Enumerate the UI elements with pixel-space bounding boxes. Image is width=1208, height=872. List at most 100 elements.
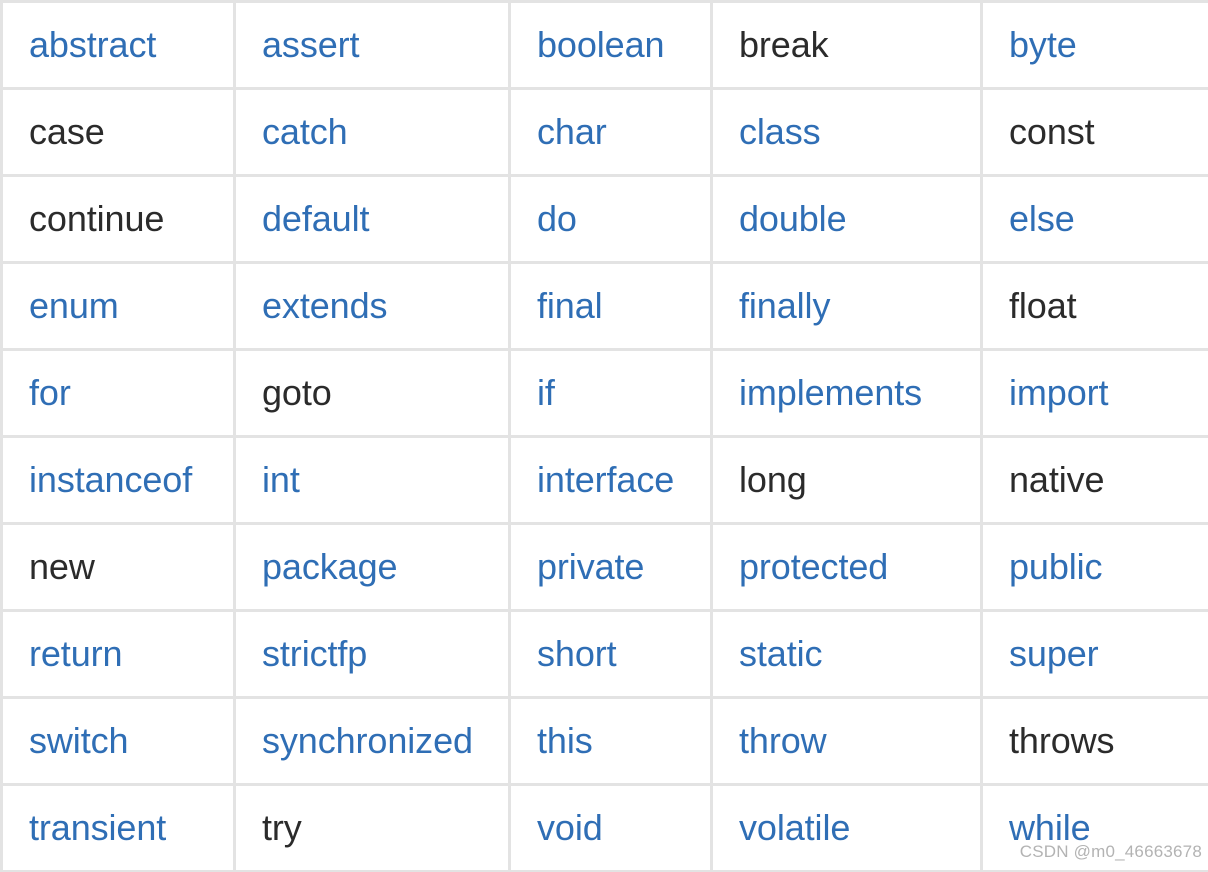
keyword-cell: public <box>981 523 1208 612</box>
keyword-link[interactable]: enum <box>29 285 119 326</box>
keyword-link[interactable]: volatile <box>739 807 850 848</box>
keyword-reference-page: abstract assert boolean break byte case catch c… <box>0 0 1208 872</box>
keyword-link[interactable]: byte <box>1009 24 1077 65</box>
keyword-link[interactable]: super <box>1009 633 1099 674</box>
keyword-link[interactable]: switch <box>29 720 129 761</box>
keyword-link[interactable]: protected <box>739 546 888 587</box>
keyword-cell: static <box>711 610 983 699</box>
keyword-link[interactable]: private <box>537 546 644 587</box>
keyword-cell: catch <box>234 88 511 177</box>
keyword-link[interactable]: while <box>1009 807 1091 848</box>
keyword-cell: for <box>1 349 236 438</box>
table-row: new package private protected public <box>1 523 1208 612</box>
keyword-cell: do <box>509 175 713 264</box>
keyword-text: native <box>1009 459 1105 501</box>
keyword-text: long <box>739 459 807 501</box>
table-row: instanceof int interface long native <box>1 436 1208 525</box>
keyword-cell: const <box>981 88 1208 177</box>
keyword-cell: extends <box>234 262 511 351</box>
keyword-cell: volatile <box>711 784 983 872</box>
keyword-cell: native <box>981 436 1208 525</box>
keyword-cell: this <box>509 697 713 786</box>
keyword-link[interactable]: strictfp <box>262 633 367 674</box>
keyword-link[interactable]: int <box>262 459 300 500</box>
keyword-link[interactable]: char <box>537 111 607 152</box>
keyword-link[interactable]: package <box>262 546 398 587</box>
keyword-text: float <box>1009 285 1077 327</box>
keyword-cell: package <box>234 523 511 612</box>
keyword-text: goto <box>262 372 332 414</box>
keyword-cell: default <box>234 175 511 264</box>
keyword-cell: while <box>981 784 1208 872</box>
keyword-text: break <box>739 24 829 66</box>
keyword-text: new <box>29 546 95 588</box>
keyword-text: continue <box>29 198 165 240</box>
keyword-cell: boolean <box>509 1 713 90</box>
keyword-link[interactable]: assert <box>262 24 360 65</box>
keyword-text: try <box>262 807 302 849</box>
keyword-cell: implements <box>711 349 983 438</box>
keyword-link[interactable]: implements <box>739 372 922 413</box>
keyword-link[interactable]: default <box>262 198 369 239</box>
keyword-link[interactable]: do <box>537 198 577 239</box>
keyword-link[interactable]: instanceof <box>29 459 192 500</box>
keyword-link[interactable]: static <box>739 633 823 674</box>
keyword-cell: int <box>234 436 511 525</box>
keyword-link[interactable]: public <box>1009 546 1103 587</box>
keyword-link[interactable]: else <box>1009 198 1075 239</box>
java-keywords-table: abstract assert boolean break byte case catch c… <box>0 0 1208 872</box>
keyword-cell: throws <box>981 697 1208 786</box>
keyword-link[interactable]: extends <box>262 285 387 326</box>
keyword-link[interactable]: return <box>29 633 123 674</box>
keyword-link[interactable]: boolean <box>537 24 665 65</box>
table-row: abstract assert boolean break byte <box>1 1 1208 90</box>
keyword-link[interactable]: abstract <box>29 24 156 65</box>
keyword-cell: byte <box>981 1 1208 90</box>
keyword-cell: long <box>711 436 983 525</box>
table-row: return strictfp short static super <box>1 610 1208 699</box>
keyword-cell: float <box>981 262 1208 351</box>
keyword-cell: new <box>1 523 236 612</box>
keyword-text: const <box>1009 111 1095 153</box>
keyword-cell: continue <box>1 175 236 264</box>
keyword-link[interactable]: this <box>537 720 593 761</box>
keyword-cell: case <box>1 88 236 177</box>
keywords-table-body: abstract assert boolean break byte case catch c… <box>1 1 1208 872</box>
keyword-cell: protected <box>711 523 983 612</box>
table-row: switch synchronized this throw throws <box>1 697 1208 786</box>
keyword-text: case <box>29 111 105 153</box>
keyword-link[interactable]: double <box>739 198 847 239</box>
keyword-cell: throw <box>711 697 983 786</box>
table-row: for goto if implements import <box>1 349 1208 438</box>
keyword-link[interactable]: catch <box>262 111 348 152</box>
keyword-link[interactable]: if <box>537 372 555 413</box>
keyword-link[interactable]: transient <box>29 807 166 848</box>
keyword-link[interactable]: throw <box>739 720 827 761</box>
keyword-link[interactable]: class <box>739 111 821 152</box>
keyword-cell: switch <box>1 697 236 786</box>
table-row: enum extends final finally float <box>1 262 1208 351</box>
keyword-cell: double <box>711 175 983 264</box>
keyword-cell: finally <box>711 262 983 351</box>
keyword-cell: instanceof <box>1 436 236 525</box>
table-row: transient try void volatile while <box>1 784 1208 872</box>
keyword-link[interactable]: finally <box>739 285 830 326</box>
keyword-cell: abstract <box>1 1 236 90</box>
keyword-cell: import <box>981 349 1208 438</box>
keyword-link[interactable]: import <box>1009 372 1109 413</box>
keyword-cell: transient <box>1 784 236 872</box>
keyword-cell: break <box>711 1 983 90</box>
keyword-link[interactable]: for <box>29 372 71 413</box>
keyword-link[interactable]: synchronized <box>262 720 473 761</box>
keyword-link[interactable]: void <box>537 807 603 848</box>
keyword-link[interactable]: short <box>537 633 617 674</box>
keyword-cell: class <box>711 88 983 177</box>
keyword-cell: goto <box>234 349 511 438</box>
keyword-cell: if <box>509 349 713 438</box>
keyword-cell: else <box>981 175 1208 264</box>
keyword-link[interactable]: final <box>537 285 603 326</box>
keyword-cell: final <box>509 262 713 351</box>
keyword-link[interactable]: interface <box>537 459 674 500</box>
keyword-text: throws <box>1009 720 1115 762</box>
keyword-cell: enum <box>1 262 236 351</box>
